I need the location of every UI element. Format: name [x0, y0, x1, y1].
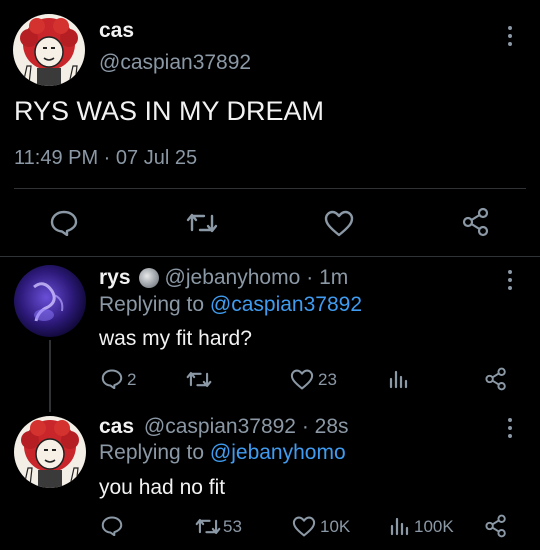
reply-icon[interactable]: [48, 208, 80, 238]
replying-to-handle[interactable]: @jebanyhomo: [210, 441, 346, 464]
dot: [508, 270, 512, 274]
author-handle[interactable]: @caspian37892: [99, 51, 251, 75]
share-icon[interactable]: [460, 206, 492, 238]
replying-to-label: Replying to: [99, 441, 205, 464]
share-icon[interactable]: [483, 366, 509, 392]
reply-2-replying-to: Replying to @jebanyhomo: [99, 441, 346, 465]
like-icon[interactable]: [289, 367, 315, 391]
reply-1-like-count: 23: [318, 370, 337, 389]
avatar-drawing: [13, 14, 85, 86]
reply-2-header: cas @caspian37892 · 28s: [99, 415, 349, 439]
author-display-name[interactable]: cas: [99, 19, 134, 43]
moon-badge-icon: [138, 268, 159, 288]
reply-1-header: rys @jebanyhomo · 1m: [99, 266, 348, 290]
reply-1-replying-to: Replying to @caspian37892: [99, 293, 362, 317]
reply-avatar[interactable]: [14, 416, 86, 488]
retweet-icon[interactable]: [185, 208, 219, 238]
thread-line: [49, 340, 51, 412]
reply-2-time: · 28s: [301, 415, 349, 438]
dot: [508, 278, 512, 282]
dot: [508, 34, 512, 38]
reply-2-handle[interactable]: @caspian37892: [144, 415, 296, 438]
views-icon[interactable]: [387, 514, 411, 538]
reply-icon[interactable]: [100, 367, 124, 391]
reply-avatar[interactable]: [14, 265, 86, 337]
divider: [0, 256, 540, 257]
dot: [508, 426, 512, 430]
reply-2-text: you had no fit: [99, 476, 226, 499]
reply-1-display-name[interactable]: rys: [99, 266, 131, 290]
tweet-text: RYS WAS IN MY DREAM: [14, 96, 325, 126]
like-icon[interactable]: [323, 208, 355, 238]
reply-2-views-count: 100K: [414, 517, 454, 536]
reply-1-time: · 1m: [306, 266, 349, 289]
retweet-icon[interactable]: [194, 514, 222, 538]
reply-2-more-button[interactable]: [503, 418, 517, 438]
replying-to-label: Replying to: [99, 293, 205, 316]
reply-1-text: was my fit hard?: [99, 327, 252, 350]
reply-2-retweet-count: 53: [223, 517, 242, 536]
share-icon[interactable]: [483, 513, 509, 539]
avatar-drawing: [14, 416, 86, 488]
views-icon[interactable]: [386, 367, 410, 391]
dot: [508, 286, 512, 290]
dot: [508, 26, 512, 30]
dot: [508, 418, 512, 422]
reply-1-reply-count: 2: [127, 370, 137, 389]
reply-1-handle[interactable]: @jebanyhomo: [165, 266, 301, 290]
dot: [508, 434, 512, 438]
author-avatar[interactable]: [13, 14, 85, 86]
divider: [14, 188, 526, 189]
avatar-drawing: [14, 265, 86, 337]
reply-2-like-count: 10K: [320, 517, 351, 536]
dot: [508, 42, 512, 46]
replying-to-handle[interactable]: @caspian37892: [210, 293, 362, 316]
tweet-timestamp: 11:49 PM · 07 Jul 25: [14, 147, 198, 169]
reply-1-more-button[interactable]: [503, 270, 517, 290]
reply-icon[interactable]: [100, 514, 124, 538]
retweet-icon[interactable]: [185, 367, 213, 391]
like-icon[interactable]: [291, 514, 317, 538]
reply-2-display-name[interactable]: cas: [99, 415, 134, 438]
more-options-button[interactable]: [503, 26, 517, 46]
